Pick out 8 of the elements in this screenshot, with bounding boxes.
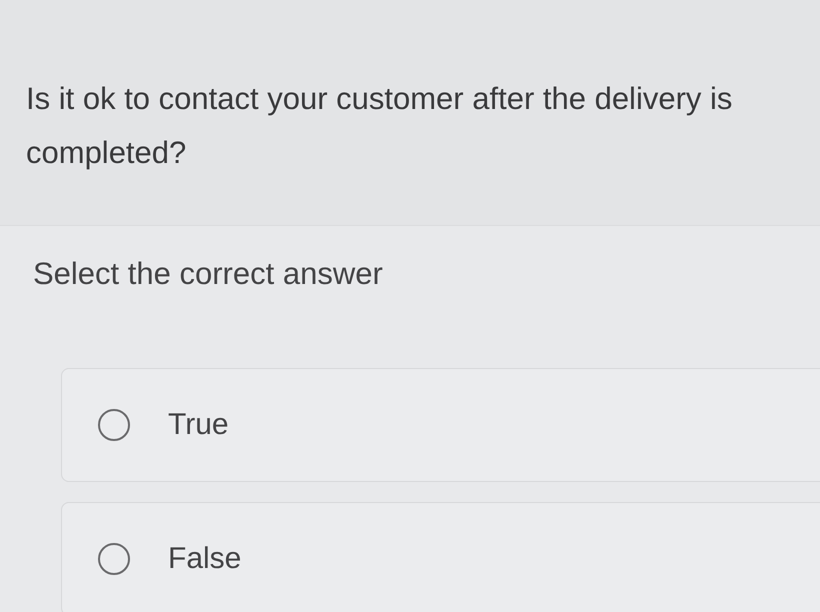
instruction-text: Select the correct answer [33,256,383,292]
radio-button[interactable] [98,409,130,441]
option-label: False [168,542,242,576]
option-label: True [168,408,229,442]
radio-button[interactable] [98,543,130,575]
question-text: Is it ok to contact your customer after the delivery is completed? [26,80,734,172]
answer-option[interactable]: False [61,502,820,612]
answer-option[interactable]: True [61,368,820,482]
